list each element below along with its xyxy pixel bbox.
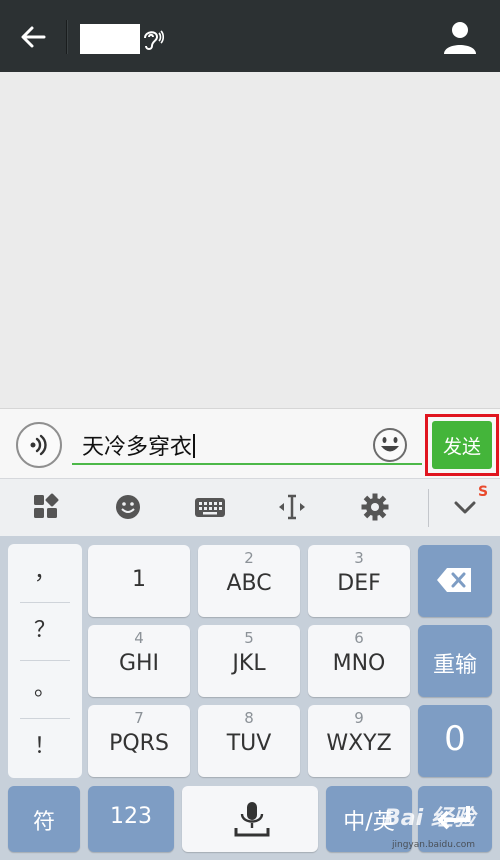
retype-key[interactable]: 重输	[418, 625, 492, 697]
symbol-exclaim-key[interactable]: ！	[8, 718, 82, 776]
watermark-url: jingyan.baidu.com	[392, 840, 476, 850]
send-highlight-box: 发送	[425, 414, 499, 476]
voice-wave-icon	[30, 434, 47, 456]
backspace-icon	[437, 568, 471, 592]
cursor-icon[interactable]	[277, 492, 307, 522]
text-caret	[193, 434, 196, 458]
key-7-pqrs[interactable]: 7 PQRS	[88, 705, 190, 777]
smiley-icon[interactable]	[372, 427, 408, 463]
symbol-comma-key[interactable]: ，	[8, 544, 82, 602]
key-9-wxyz[interactable]: 9 WXYZ	[308, 705, 410, 777]
contact-name-redacted	[80, 24, 140, 54]
key-3-def[interactable]: 3 DEF	[308, 545, 410, 617]
top-bar	[0, 0, 500, 72]
key-2-abc[interactable]: 2 ABC	[198, 545, 300, 617]
key-1[interactable]: 1	[88, 545, 190, 617]
sogou-logo: S	[478, 484, 489, 500]
send-button[interactable]: 发送	[432, 421, 492, 469]
chevron-down-icon[interactable]	[450, 492, 480, 522]
input-bar: 天冷多穿衣 发送	[0, 408, 500, 478]
gear-icon[interactable]	[360, 492, 390, 522]
person-icon[interactable]	[442, 20, 478, 54]
symbol-period-key[interactable]: 。	[8, 660, 82, 718]
number-mode-key[interactable]: 123	[88, 786, 174, 852]
watermark-logo: Bai 经验	[384, 806, 475, 831]
key-8-tuv[interactable]: 8 TUV	[198, 705, 300, 777]
zero-key[interactable]: 0	[418, 705, 492, 777]
message-input[interactable]: 天冷多穿衣	[72, 423, 422, 465]
key-4-ghi[interactable]: 4 GHI	[88, 625, 190, 697]
message-input-value: 天冷多穿衣	[82, 435, 193, 460]
symbol-question-key[interactable]: ？	[8, 602, 82, 660]
keyboard-icon[interactable]	[194, 492, 226, 522]
ear-icon	[144, 30, 164, 50]
key-6-mno[interactable]: 6 MNO	[308, 625, 410, 697]
symbol-key[interactable]: 符	[8, 786, 80, 852]
ime-toolbar	[0, 478, 500, 536]
delete-key[interactable]	[418, 545, 492, 617]
header-divider	[66, 20, 68, 54]
space-voice-key[interactable]	[182, 786, 318, 852]
symbol-column: ， ？ 。 ！	[8, 544, 82, 778]
chat-area	[0, 72, 500, 408]
voice-toggle-button[interactable]	[16, 422, 62, 468]
smiley-icon[interactable]	[113, 492, 143, 522]
microphone-icon	[234, 802, 270, 837]
arrow-left-icon[interactable]	[18, 22, 48, 52]
key-5-jkl[interactable]: 5 JKL	[198, 625, 300, 697]
grid-icon[interactable]	[31, 492, 61, 522]
toolbar-separator	[428, 489, 429, 527]
baidu-watermark: Bai 经验 jingyan.baidu.com	[384, 800, 500, 860]
